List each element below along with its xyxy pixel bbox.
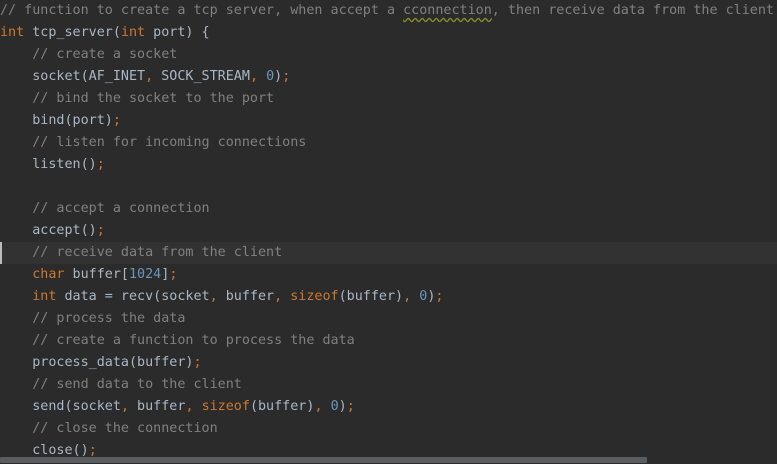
code-line[interactable]: int data = recv(socket, buffer, sizeof(b… [0,286,777,308]
code-token: , [185,399,194,414]
code-token: 0 [266,69,275,84]
code-token: accept() [0,223,97,238]
text-caret [0,242,2,264]
code-token: ; [193,355,202,370]
code-line[interactable]: // send data to the client [0,374,777,396]
code-token: data = recv(socket [56,289,210,304]
code-token: int [120,25,146,40]
code-line[interactable]: // bind the socket to the port [0,88,777,110]
code-line[interactable]: send(socket, buffer, sizeof(buffer), 0); [0,396,777,418]
code-token: , [274,289,283,304]
code-token: 0 [330,399,339,414]
code-token: ; [435,289,444,304]
code-token: // bind the socket to the port [0,91,275,106]
horizontal-scrollbar-thumb[interactable] [0,457,647,463]
code-token: , [145,69,154,84]
code-token: buffer [129,399,186,414]
code-line[interactable]: // process the data [0,308,777,330]
code-token: // listen for incoming connections [0,135,307,150]
code-token: ; [96,223,105,238]
code-line[interactable]: // listen for incoming connections [0,132,777,154]
code-line[interactable]: process_data(buffer); [0,352,777,374]
code-token: , [403,289,412,304]
code-token: // create a function to process the data [0,333,355,348]
code-token: int [32,289,57,304]
code-line[interactable]: accept(); [0,220,777,242]
code-token: ) [338,399,347,414]
code-token: ; [282,69,291,84]
code-token: socket(AF_INET [0,69,146,84]
code-line[interactable]: // accept a connection [0,198,777,220]
code-token: , then receive data from the client [491,3,774,18]
code-line[interactable]: socket(AF_INET, SOCK_STREAM, 0); [0,66,777,88]
code-token: , [314,399,323,414]
code-line[interactable]: bind(port); [0,110,777,132]
code-lines[interactable]: // function to create a tcp server, when… [0,0,777,462]
code-token: // receive data from the client [0,245,283,260]
code-line-current[interactable]: // receive data from the client [0,242,777,264]
code-token: buffer[ [64,267,129,282]
code-token: send(socket [0,399,121,414]
code-token: sizeof [290,289,339,304]
code-line[interactable]: listen(); [0,154,777,176]
code-token: sizeof [201,399,250,414]
code-token: char [32,267,65,282]
code-token: ; [169,267,178,282]
code-token: int [0,25,25,40]
code-token: // close the connection [0,421,218,436]
code-token: ) [274,69,283,84]
code-token: // create a socket [0,47,178,62]
code-line[interactable]: int tcp_server(int port) { [0,22,777,44]
code-token: , [120,399,129,414]
code-token: listen() [0,157,97,172]
code-line[interactable]: // close the connection [0,418,777,440]
code-token: 1024 [129,267,162,282]
horizontal-scrollbar[interactable] [0,456,777,464]
code-editor[interactable]: // function to create a tcp server, when… [0,0,777,464]
code-token: ; [96,157,105,172]
code-line[interactable] [0,176,777,198]
code-token: cconnection [403,3,492,18]
code-token: process_data(buffer) [0,355,194,370]
code-token: // send data to the client [0,377,242,392]
code-token: , [249,69,258,84]
code-line[interactable]: char buffer[1024]; [0,264,777,286]
code-token: // accept a connection [0,201,210,216]
code-token: ; [346,399,355,414]
code-token: // function to create a tcp server, when… [0,3,404,18]
code-token: port) { [145,25,210,40]
code-line[interactable]: // create a function to process the data [0,330,777,352]
code-token: bind(port) [0,113,113,128]
code-token: ; [112,113,121,128]
code-token: (buffer) [249,399,315,414]
code-token: , [209,289,218,304]
code-token: SOCK_STREAM [153,69,250,84]
code-token: tcp_server( [24,25,121,40]
code-token: // process the data [0,311,186,326]
code-token: buffer [217,289,275,304]
code-token: (buffer) [338,289,404,304]
code-line[interactable]: // create a socket [0,44,777,66]
code-line[interactable]: // function to create a tcp server, when… [0,0,777,22]
